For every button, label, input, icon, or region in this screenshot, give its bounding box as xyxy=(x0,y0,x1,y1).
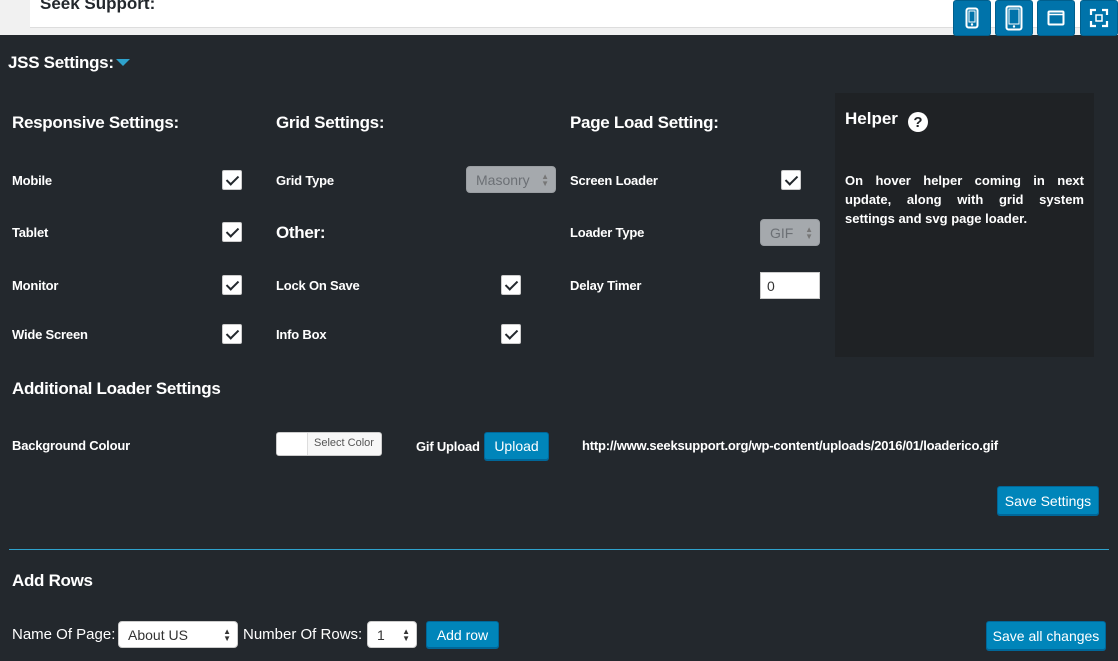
tablet-checkbox[interactable] xyxy=(222,222,242,242)
row-count-select[interactable]: 1 ▲ ▼ xyxy=(367,621,417,648)
grid-heading: Grid Settings: xyxy=(276,113,385,132)
collapse-caret-icon[interactable] xyxy=(116,59,130,66)
delay-timer-value: 0 xyxy=(767,277,775,294)
page-name-label: Name Of Page: xyxy=(12,626,116,643)
page-load-heading: Page Load Setting: xyxy=(570,113,719,132)
color-swatch xyxy=(277,433,308,455)
loader-type-value: GIF xyxy=(770,224,794,241)
mobile-view-button[interactable] xyxy=(953,0,991,36)
fullscreen-icon xyxy=(1089,8,1109,28)
tablet-view-button[interactable] xyxy=(995,0,1033,36)
grid-type-value: Masonry xyxy=(476,171,530,188)
loader-type-label: Loader Type xyxy=(570,225,645,240)
row-count-label: Number Of Rows: xyxy=(243,626,363,643)
other-heading: Other: xyxy=(276,223,326,242)
top-bar: Seek Support: xyxy=(0,0,1118,35)
grid-type-select[interactable]: Masonry ▲ ▼ xyxy=(466,166,556,193)
grid-type-label: Grid Type xyxy=(276,173,334,188)
delay-timer-input[interactable]: 0 xyxy=(760,272,820,299)
lock-on-save-checkbox[interactable] xyxy=(501,275,521,295)
save-settings-button[interactable]: Save Settings xyxy=(997,486,1099,515)
tablet-icon xyxy=(1005,5,1023,31)
save-all-changes-button[interactable]: Save all changes xyxy=(986,621,1106,650)
select-color-label: Select Color xyxy=(314,437,374,449)
helper-body: On hover helper coming in next update, a… xyxy=(845,173,1084,226)
add-rows-heading: Add Rows xyxy=(12,571,93,590)
tablet-label: Tablet xyxy=(12,225,49,240)
loader-type-select[interactable]: GIF ▲ ▼ xyxy=(760,219,820,246)
row-count-value: 1 xyxy=(377,626,385,643)
mobile-icon xyxy=(965,7,979,29)
select-arrows-icon: ▲ ▼ xyxy=(402,626,410,643)
page-title: Seek Support: xyxy=(40,0,156,13)
screen-loader-checkbox[interactable] xyxy=(781,170,801,190)
page-name-select[interactable]: About US ▲ ▼ xyxy=(118,621,238,648)
bg-colour-label: Background Colour xyxy=(12,438,130,453)
mobile-label: Mobile xyxy=(12,173,52,188)
info-box-checkbox[interactable] xyxy=(501,324,521,344)
widescreen-view-button[interactable] xyxy=(1080,0,1118,36)
monitor-checkbox[interactable] xyxy=(222,275,242,295)
settings-title: JSS Settings: xyxy=(8,53,114,72)
page-name-value: About US xyxy=(128,626,188,643)
helper-title: Helper xyxy=(845,109,898,128)
upload-button[interactable]: Upload xyxy=(484,432,549,460)
responsive-heading: Responsive Settings: xyxy=(12,113,179,132)
add-row-button[interactable]: Add row xyxy=(426,621,499,648)
monitor-view-button[interactable] xyxy=(1037,0,1075,36)
helper-panel: Helper ? On hover helper coming in next … xyxy=(835,93,1094,357)
gif-upload-label: Gif Upload xyxy=(416,439,480,454)
additional-heading: Additional Loader Settings xyxy=(12,379,221,398)
help-icon[interactable]: ? xyxy=(908,112,928,132)
gif-url: http://www.seeksupport.org/wp-content/up… xyxy=(582,438,998,453)
mobile-checkbox[interactable] xyxy=(222,170,242,190)
section-divider xyxy=(9,549,1109,550)
screen-loader-label: Screen Loader xyxy=(570,173,658,188)
select-arrows-icon: ▲ ▼ xyxy=(541,171,549,188)
info-box-label: Info Box xyxy=(276,327,327,342)
select-arrows-icon: ▲ ▼ xyxy=(805,224,813,241)
lock-on-save-label: Lock On Save xyxy=(276,278,360,293)
widescreen-label: Wide Screen xyxy=(12,327,88,342)
widescreen-checkbox[interactable] xyxy=(222,324,242,344)
color-picker-button[interactable]: Select Color xyxy=(276,432,382,456)
select-arrows-icon: ▲ ▼ xyxy=(223,626,231,643)
monitor-label: Monitor xyxy=(12,278,59,293)
delay-timer-label: Delay Timer xyxy=(570,278,642,293)
monitor-icon xyxy=(1047,10,1065,26)
